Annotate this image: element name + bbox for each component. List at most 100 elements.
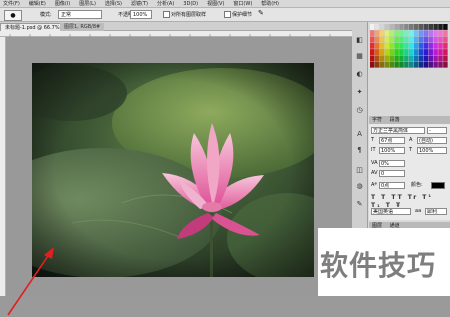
color-swatch[interactable]	[384, 30, 390, 37]
color-swatch[interactable]	[423, 24, 429, 30]
color-swatch[interactable]	[433, 24, 438, 30]
document-tab-second[interactable]: 图层1, RGB/8#	[60, 23, 105, 31]
canvas-area[interactable]	[6, 37, 352, 316]
color-swatch[interactable]	[413, 55, 419, 62]
color-swatch[interactable]	[384, 42, 390, 49]
color-swatch[interactable]	[394, 49, 399, 56]
menu-analysis[interactable]: 分析(A)	[157, 0, 174, 7]
color-swatch[interactable]	[423, 55, 429, 62]
color-swatch[interactable]	[438, 49, 443, 56]
text-color-swatch[interactable]	[431, 182, 445, 189]
color-swatch[interactable]	[418, 24, 424, 30]
anti-alias-select[interactable]: 犀利	[425, 208, 447, 215]
color-swatch[interactable]	[374, 55, 380, 62]
color-swatch[interactable]	[418, 30, 424, 37]
color-swatch[interactable]	[433, 36, 438, 43]
color-swatch[interactable]	[423, 36, 429, 43]
color-swatch[interactable]	[409, 36, 414, 43]
color-swatch[interactable]	[404, 61, 409, 68]
color-swatch[interactable]	[443, 24, 448, 30]
color-swatch[interactable]	[384, 61, 390, 68]
color-swatch[interactable]	[404, 24, 409, 30]
color-swatch[interactable]	[443, 61, 448, 68]
color-swatch[interactable]	[438, 24, 443, 30]
color-swatch[interactable]	[433, 49, 438, 56]
color-swatch[interactable]	[404, 55, 409, 62]
color-swatch[interactable]	[370, 30, 375, 37]
color-swatch[interactable]	[384, 49, 390, 56]
color-swatch[interactable]	[443, 30, 448, 37]
color-swatch[interactable]	[433, 42, 438, 49]
channels-panel-icon[interactable]: ◍	[355, 182, 364, 191]
color-swatch[interactable]	[423, 42, 429, 49]
color-swatch[interactable]	[389, 42, 394, 49]
color-swatch[interactable]	[409, 42, 414, 49]
color-swatch[interactable]	[379, 36, 385, 43]
color-swatch[interactable]	[409, 61, 414, 68]
color-swatch[interactable]	[428, 24, 433, 30]
color-swatch[interactable]	[389, 55, 394, 62]
baseline-field[interactable]: 0点	[379, 182, 405, 189]
leading-field[interactable]: (自动)	[417, 137, 447, 144]
paths-panel-icon[interactable]: ✎	[355, 200, 364, 209]
color-swatch[interactable]	[379, 24, 385, 30]
color-swatch[interactable]	[370, 24, 375, 30]
color-swatch[interactable]	[384, 55, 390, 62]
color-swatch[interactable]	[413, 36, 419, 43]
menu-select[interactable]: 选择(S)	[105, 0, 122, 7]
color-swatch[interactable]	[413, 49, 419, 56]
color-swatch[interactable]	[423, 30, 429, 37]
color-swatch[interactable]	[389, 49, 394, 56]
menu-view[interactable]: 视图(V)	[207, 0, 224, 7]
swatches-panel-icon[interactable]: ▦	[355, 52, 364, 61]
color-swatch[interactable]	[409, 55, 414, 62]
adjust-panel-icon[interactable]: ◐	[355, 70, 364, 79]
color-swatch[interactable]	[384, 36, 390, 43]
text-style-buttons[interactable]: T T TT Tr T¹ T₁ T Ŧ	[371, 194, 447, 209]
color-swatch[interactable]	[394, 42, 399, 49]
color-swatch[interactable]	[370, 61, 375, 68]
color-swatch[interactable]	[379, 49, 385, 56]
color-swatch[interactable]	[399, 55, 404, 62]
color-swatch[interactable]	[428, 61, 433, 68]
swatches-grid[interactable]	[370, 24, 448, 68]
color-swatch[interactable]	[374, 36, 380, 43]
color-swatch[interactable]	[428, 36, 433, 43]
menu-file[interactable]: 文件(F)	[3, 0, 20, 7]
menu-edit[interactable]: 编辑(E)	[29, 0, 46, 7]
font-size-field[interactable]: 67点	[379, 137, 405, 144]
color-swatch[interactable]	[394, 61, 399, 68]
color-swatch[interactable]	[394, 24, 399, 30]
menu-3d[interactable]: 3D(D)	[183, 1, 198, 7]
color-swatch[interactable]	[438, 61, 443, 68]
brush-preset-picker[interactable]: ●	[4, 10, 22, 21]
color-swatch[interactable]	[370, 36, 375, 43]
color-swatch[interactable]	[418, 36, 424, 43]
color-swatch[interactable]	[428, 55, 433, 62]
color-swatch[interactable]	[443, 55, 448, 62]
color-swatch[interactable]	[389, 24, 394, 30]
color-swatch[interactable]	[374, 24, 380, 30]
menu-help[interactable]: 帮助(H)	[261, 0, 279, 7]
color-swatch[interactable]	[418, 55, 424, 62]
color-swatch[interactable]	[384, 24, 390, 30]
styles-panel-icon[interactable]: ✦	[355, 88, 364, 97]
color-swatch[interactable]	[379, 42, 385, 49]
layers-panel-icon[interactable]: ◫	[355, 166, 364, 175]
kerning-field[interactable]: 0	[379, 170, 405, 177]
color-swatch[interactable]	[423, 49, 429, 56]
color-swatch[interactable]	[399, 49, 404, 56]
color-swatch[interactable]	[418, 42, 424, 49]
color-swatch[interactable]	[428, 30, 433, 37]
menu-filter[interactable]: 滤镜(T)	[131, 0, 148, 7]
color-swatch[interactable]	[379, 55, 385, 62]
color-swatch[interactable]	[438, 55, 443, 62]
color-swatch[interactable]	[413, 42, 419, 49]
vertical-scale-field[interactable]: 100%	[379, 147, 405, 154]
color-swatch[interactable]	[404, 49, 409, 56]
color-swatch[interactable]	[370, 42, 375, 49]
color-swatch[interactable]	[409, 49, 414, 56]
color-swatch[interactable]	[428, 49, 433, 56]
paragraph-tab[interactable]: 段落	[390, 117, 400, 123]
color-swatch[interactable]	[399, 30, 404, 37]
